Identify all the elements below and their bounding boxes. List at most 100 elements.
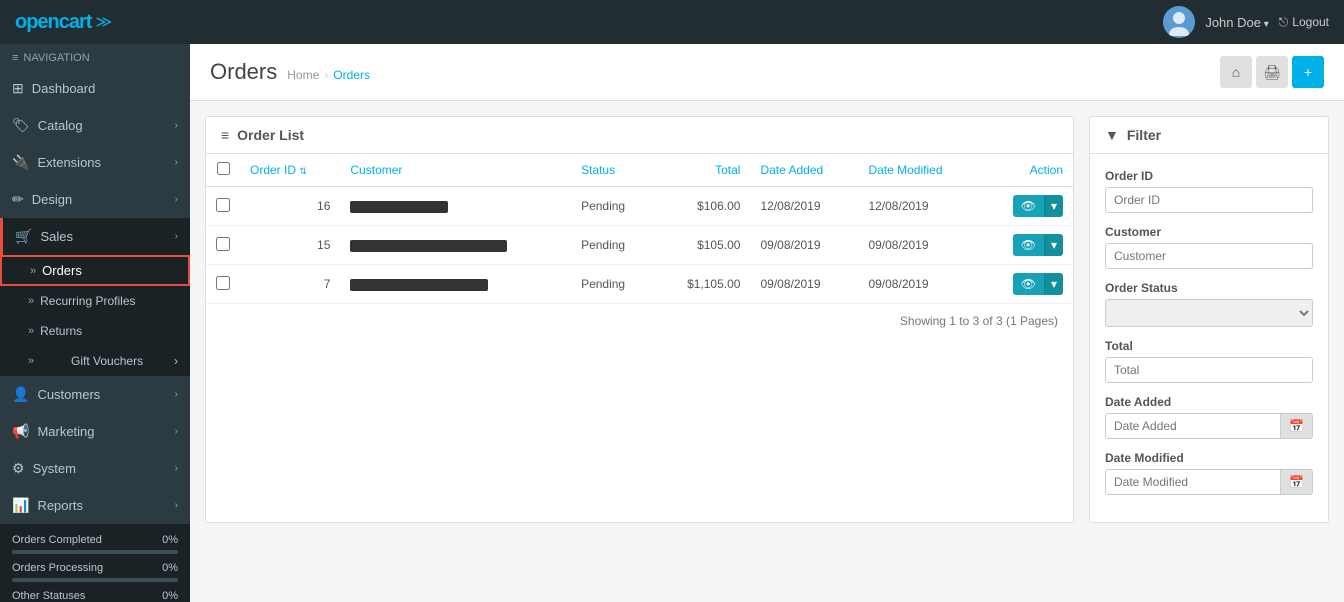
customer-cell: ██████████ [340, 187, 571, 226]
row-checkbox[interactable] [216, 276, 230, 290]
customer-cell: ██████████████ [340, 265, 571, 304]
orders-processing-bar [12, 578, 178, 582]
order-tbody: 16 ██████████ Pending $106.00 12/08/2019… [206, 187, 1073, 304]
page-title-area: Orders Home › Orders [210, 59, 370, 85]
sidebar-item-marketing[interactable]: 📢 Marketing › [0, 413, 190, 450]
action-header: Action [981, 154, 1073, 187]
filter-icon: ▼ [1105, 127, 1119, 143]
customer-name: ██████████ [350, 201, 448, 213]
orders-completed-bar [12, 550, 178, 554]
filter-date-added-input[interactable] [1105, 413, 1280, 439]
submenu-item-recurring[interactable]: Recurring Profiles [0, 286, 190, 316]
filter-order-status-label: Order Status [1105, 281, 1313, 295]
filter-order-status-select[interactable] [1105, 299, 1313, 327]
top-navbar: opencart ≫ John Doe ⎋ Logout [0, 0, 1344, 44]
action-cell: 👁 ▾ [981, 265, 1073, 304]
row-checkbox[interactable] [216, 237, 230, 251]
filter-heading: ▼ Filter [1090, 117, 1328, 154]
user-name[interactable]: John Doe [1205, 15, 1268, 30]
logo: opencart ≫ [15, 11, 112, 34]
filter-card: ▼ Filter Order ID Customer Or [1089, 116, 1329, 523]
select-all-header[interactable] [206, 154, 240, 187]
home-icon: ⌂ [1232, 64, 1240, 80]
total-header[interactable]: Total [655, 154, 751, 187]
total-cell: $1,105.00 [655, 265, 751, 304]
other-statuses-row: Other Statuses 0% [12, 590, 178, 602]
sidebar-item-catalog[interactable]: 🏷 Catalog › [0, 107, 190, 144]
dropdown-button[interactable]: ▾ [1044, 195, 1063, 217]
panel-heading: ≡ Order List [206, 117, 1073, 154]
customer-header[interactable]: Customer [340, 154, 571, 187]
view-button[interactable]: 👁 [1013, 195, 1044, 217]
view-button[interactable]: 👁 [1013, 234, 1044, 256]
filter-customer-group: Customer [1105, 225, 1313, 269]
sidebar-item-system[interactable]: ⚙ System › [0, 450, 190, 487]
design-icon: ✏ [12, 191, 24, 208]
filter-date-modified-label: Date Modified [1105, 451, 1313, 465]
panel-body: Order ID ⇅ Customer Status [206, 154, 1073, 338]
date-modified-calendar-button[interactable]: 📅 [1280, 469, 1313, 495]
action-cell: 👁 ▾ [981, 226, 1073, 265]
row-checkbox-cell [206, 226, 240, 265]
view-button[interactable]: 👁 [1013, 273, 1044, 295]
order-id-cell: 15 [240, 226, 340, 265]
dropdown-icon: ▾ [1051, 199, 1057, 213]
submenu-item-returns[interactable]: Returns [0, 316, 190, 346]
date-added-header[interactable]: Date Added [750, 154, 858, 187]
eye-icon: 👁 [1021, 199, 1036, 213]
sidebar-item-design[interactable]: ✏ Design › [0, 181, 190, 218]
filter-customer-input[interactable] [1105, 243, 1313, 269]
chevron-right-icon: › [175, 463, 178, 474]
action-btn-group: 👁 ▾ [991, 234, 1063, 256]
row-checkbox-cell [206, 265, 240, 304]
date-added-cell: 12/08/2019 [750, 187, 858, 226]
filter-total-label: Total [1105, 339, 1313, 353]
dropdown-button[interactable]: ▾ [1044, 234, 1063, 256]
date-modified-header[interactable]: Date Modified [858, 154, 981, 187]
content-area: ≡ Order List Order ID ⇅ [190, 101, 1344, 538]
dropdown-button[interactable]: ▾ [1044, 273, 1063, 295]
filter-total-input[interactable] [1105, 357, 1313, 383]
top-right: John Doe ⎋ Logout [1163, 6, 1329, 38]
calendar-icon: 📅 [1289, 475, 1304, 489]
status-header[interactable]: Status [571, 154, 655, 187]
submenu-item-orders[interactable]: » Orders [0, 255, 190, 286]
filter-date-modified-input[interactable] [1105, 469, 1280, 495]
date-added-cell: 09/08/2019 [750, 226, 858, 265]
logout-icon: ⎋ [1279, 15, 1289, 30]
breadcrumb: Home › Orders [287, 68, 370, 82]
order-id-cell: 16 [240, 187, 340, 226]
order-id-header[interactable]: Order ID ⇅ [240, 154, 340, 187]
print-button[interactable]: 🖨 [1256, 56, 1288, 88]
extensions-icon: 🔌 [12, 154, 29, 171]
customer-name: ████████████████ [350, 240, 507, 252]
add-icon: + [1304, 64, 1312, 80]
dashboard-icon: ⊞ [12, 80, 24, 97]
nav-header: ≡ NAVIGATION [0, 44, 190, 70]
select-all-checkbox[interactable] [217, 162, 230, 175]
avatar [1163, 6, 1195, 38]
chevron-right-icon: › [175, 426, 178, 437]
logout-button[interactable]: ⎋ Logout [1279, 15, 1329, 30]
status-cell: Pending [571, 265, 655, 304]
add-button[interactable]: + [1292, 56, 1324, 88]
date-added-calendar-button[interactable]: 📅 [1280, 413, 1313, 439]
sidebar-item-dashboard[interactable]: ⊞ Dashboard [0, 70, 190, 107]
status-cell: Pending [571, 187, 655, 226]
sidebar-item-sales[interactable]: 🛒 Sales › [0, 218, 190, 255]
action-btn-group: 👁 ▾ [991, 195, 1063, 217]
breadcrumb-home[interactable]: Home [287, 68, 319, 82]
row-checkbox[interactable] [216, 198, 230, 212]
filter-order-status-group: Order Status [1105, 281, 1313, 327]
submenu-item-gift-vouchers[interactable]: Gift Vouchers › [0, 346, 190, 376]
filter-body: Order ID Customer Order Status [1090, 154, 1328, 522]
chevron-right-icon: › [175, 157, 178, 168]
filter-order-id-input[interactable] [1105, 187, 1313, 213]
sidebar-item-extensions[interactable]: 🔌 Extensions › [0, 144, 190, 181]
sidebar-item-reports[interactable]: 📊 Reports › [0, 487, 190, 524]
sidebar-item-customers[interactable]: 👤 Customers › [0, 376, 190, 413]
home-button[interactable]: ⌂ [1220, 56, 1252, 88]
filter-date-added-group: Date Added 📅 [1105, 395, 1313, 439]
catalog-icon: 🏷 [12, 117, 30, 134]
chevron-right-icon: › [175, 231, 178, 242]
